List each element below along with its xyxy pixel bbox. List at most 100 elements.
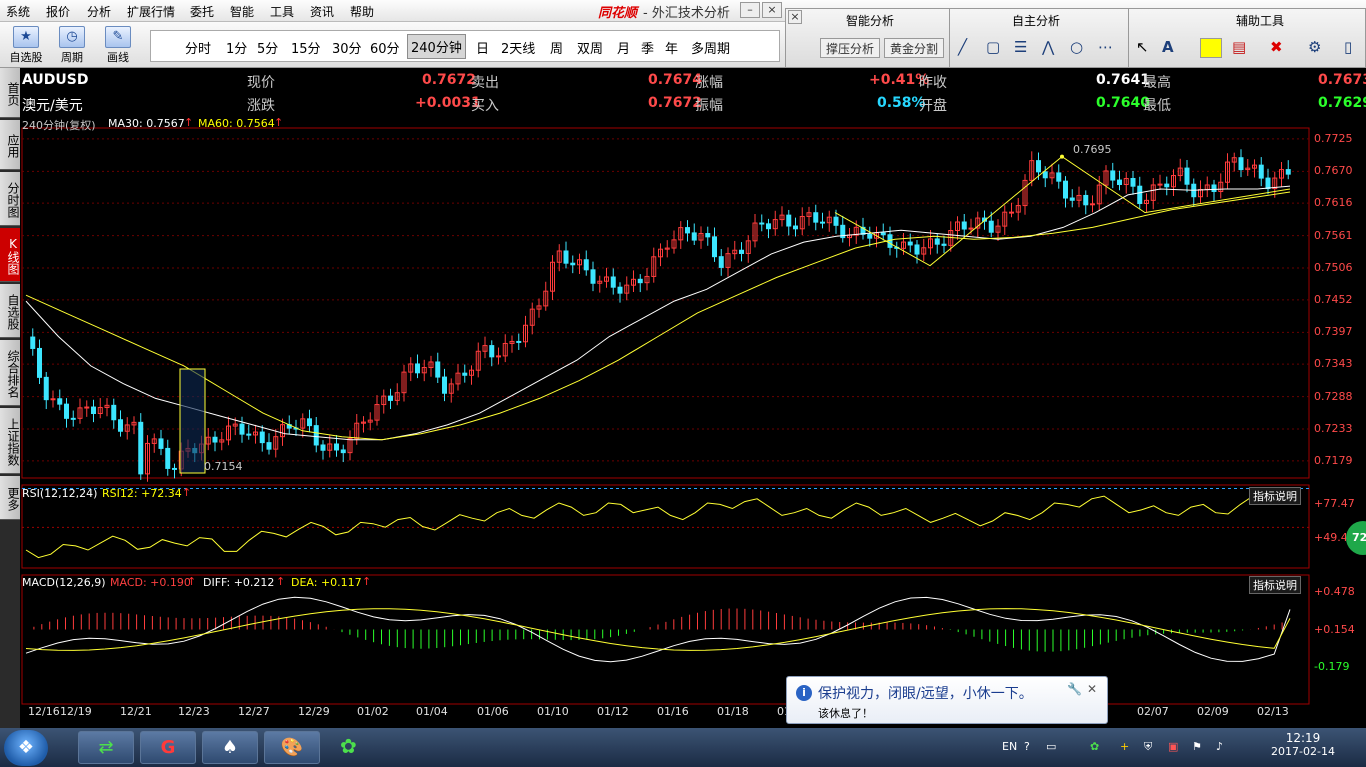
candle-body: [489, 345, 495, 358]
candle-body: [968, 227, 974, 230]
candle-body: [1258, 164, 1264, 179]
x-tick-label: 02/07: [1137, 705, 1169, 718]
candle-body: [1117, 179, 1122, 186]
candle-body: [1164, 183, 1170, 188]
candle-body: [64, 403, 69, 419]
x-tick-label: 01/12: [597, 705, 629, 718]
ma30-label: MA30: 0.7567: [108, 117, 185, 130]
candle-body: [172, 467, 177, 470]
candle-body: [793, 225, 798, 230]
paint-app-icon[interactable]: 🎨: [264, 731, 320, 764]
candle-body: [158, 438, 164, 449]
y-tick-label: 0.7725: [1314, 131, 1353, 145]
candle-body: [1090, 203, 1095, 206]
close-icon[interactable]: ✕: [1087, 682, 1097, 696]
candle-body: [37, 347, 42, 378]
candle-body: [307, 418, 312, 427]
x-tick-label: 12/16: [28, 705, 60, 718]
candle-body: [111, 404, 117, 421]
candle-body: [84, 406, 90, 409]
x-tick-label: 12/27: [238, 705, 270, 718]
cards-app-icon[interactable]: ♠: [202, 731, 258, 764]
x-tick-label: 12/19: [60, 705, 92, 718]
shield-icon[interactable]: ⛨: [1144, 740, 1152, 754]
candle-body: [867, 233, 873, 239]
high-annotation: 0.7695: [1073, 143, 1112, 156]
x-tick-label: 12/21: [120, 705, 152, 718]
candle-body: [1184, 167, 1190, 185]
flag-icon[interactable]: ⚑: [1192, 740, 1202, 753]
candle-body: [583, 259, 589, 271]
candle-body: [57, 398, 63, 405]
low-annotation: 0.7154: [204, 460, 243, 473]
x-tick-label: 01/16: [657, 705, 689, 718]
keyboard-icon[interactable]: ▭: [1046, 740, 1056, 753]
candle-body: [442, 376, 447, 394]
wrench-icon[interactable]: 🔧: [1067, 682, 1082, 696]
tray-app-icon[interactable]: ✿: [1090, 740, 1099, 753]
candle-body: [1083, 194, 1089, 206]
candle-body: [813, 212, 819, 223]
candle-body: [617, 286, 623, 294]
start-button[interactable]: ❖: [4, 730, 48, 766]
x-tick-label: 01/02: [357, 705, 389, 718]
candle-body: [1285, 169, 1291, 175]
rest-reminder-popup[interactable]: i 保护视力，闭眼/远望，小休一下。 该休息了！ 🔧 ✕: [786, 676, 1108, 724]
x-tick-label: 01/10: [537, 705, 569, 718]
clock[interactable]: 12:19 2017-02-14: [1268, 731, 1338, 758]
x-tick-label: 01/04: [416, 705, 448, 718]
plus-icon[interactable]: +: [1120, 740, 1129, 753]
volume-icon[interactable]: ♪: [1216, 740, 1223, 753]
candle-body: [1265, 177, 1271, 190]
candle-body: [30, 336, 36, 349]
period-label: 240分钟(复权): [22, 119, 96, 132]
candle-body: [820, 221, 825, 224]
app-window: 系统 报价 分析 扩展行情 委托 智能 工具 资讯 帮助 同花顺 - 外汇技术分析…: [0, 0, 1366, 767]
candle-body: [320, 444, 326, 451]
tray-leaf-icon[interactable]: ✿: [340, 734, 357, 758]
rsi-help-button[interactable]: 指标说明: [1249, 487, 1301, 505]
help-icon[interactable]: ?: [1024, 740, 1030, 753]
x-tick-label: 01/18: [717, 705, 749, 718]
candle-body: [266, 442, 272, 450]
candle-body: [334, 443, 339, 451]
reminder-subtitle: 该休息了！: [818, 707, 873, 720]
candle-body: [563, 250, 569, 264]
macd-tick-top: +0.478: [1314, 585, 1355, 598]
macd-help-button[interactable]: 指标说明: [1249, 576, 1301, 594]
candle-body: [934, 238, 940, 245]
y-tick-label: 0.7397: [1314, 325, 1353, 339]
language-indicator[interactable]: EN: [1002, 740, 1017, 753]
reminder-title: 保护视力，闭眼/远望，小休一下。: [818, 686, 1033, 702]
x-tick-label: 02/09: [1197, 705, 1229, 718]
candle-body: [718, 256, 724, 268]
exchange-app-icon[interactable]: ⇄: [78, 731, 134, 764]
selection-box: [179, 368, 206, 474]
candle-body: [388, 395, 393, 401]
high-marker: [1060, 154, 1064, 159]
candle-body: [941, 243, 947, 246]
y-tick-label: 0.7233: [1314, 422, 1353, 436]
x-tick-label: 01/06: [477, 705, 509, 718]
y-tick-label: 0.7616: [1314, 196, 1353, 210]
rsi-up-icon: ↑: [182, 486, 192, 499]
network-icon[interactable]: ▣: [1168, 740, 1178, 753]
candle-body: [50, 398, 56, 401]
x-tick-label: 12/29: [298, 705, 330, 718]
candle-body: [759, 222, 765, 225]
chart-canvas[interactable]: [0, 0, 1366, 728]
candle-body: [705, 233, 711, 238]
x-tick-label: 02/13: [1257, 705, 1289, 718]
flush-app-icon[interactable]: G: [140, 731, 196, 764]
candle-body: [988, 220, 994, 233]
candle-body: [637, 278, 643, 284]
y-tick-label: 0.7343: [1314, 357, 1353, 371]
y-tick-label: 0.7561: [1314, 228, 1353, 242]
y-tick-label: 0.7506: [1314, 261, 1353, 275]
y-tick-label: 0.7452: [1314, 292, 1353, 306]
candle-body: [313, 425, 319, 446]
candle-body: [1009, 211, 1014, 214]
ma60-line: [25, 191, 1291, 441]
candle-body: [138, 421, 144, 475]
macd-value: MACD: +0.190: [110, 576, 191, 589]
